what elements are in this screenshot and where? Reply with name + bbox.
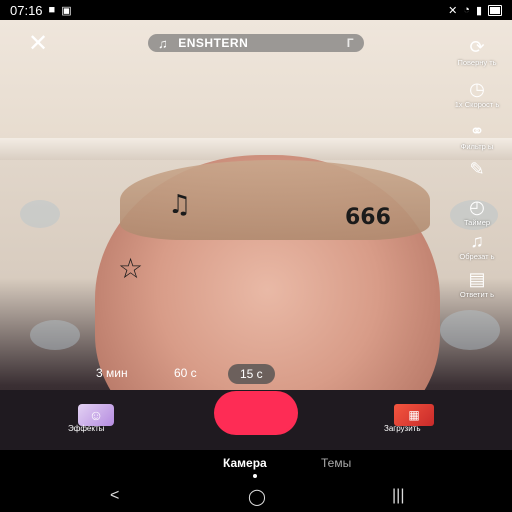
flip-camera-label: Поверну ть	[457, 58, 497, 67]
duration-60s[interactable]: 60 с	[174, 366, 197, 380]
sound-title: ENSHTERN	[178, 36, 249, 50]
number-tattoo: 666	[345, 205, 391, 230]
filters-label: Фильтр ы	[460, 142, 494, 151]
timer-label: Таймер	[463, 218, 491, 227]
recents-nav-button[interactable]: |||	[392, 487, 404, 505]
flip-camera-icon: ⟳	[469, 37, 485, 57]
music-note-tattoo: ♫	[168, 190, 192, 220]
beauty-icon: ✎	[469, 159, 485, 179]
upload-button[interactable]: ▦	[394, 404, 434, 426]
back-icon: <	[110, 487, 120, 504]
duration-3min[interactable]: 3 мин	[96, 366, 128, 380]
wallpaper-balloon	[440, 310, 500, 350]
trim-sound-icon: ♫	[470, 231, 484, 251]
trim-sound-button[interactable]: ♫ Обрезат ь	[448, 232, 506, 261]
active-tab-indicator	[253, 474, 257, 478]
wifi-icon: ◔	[463, 4, 470, 16]
reply-label: Ответит ь	[459, 290, 495, 299]
tab-themes[interactable]: Темы	[321, 456, 351, 470]
signal-icon: ▮	[475, 4, 482, 17]
record-button[interactable]	[214, 391, 298, 435]
effects-label: Эффекты	[68, 424, 105, 433]
speed-label: 1x Скорост ь	[454, 100, 500, 109]
gamepad-icon: ■	[48, 4, 56, 16]
duration-15s[interactable]: 15 с	[228, 364, 275, 384]
beauty-button[interactable]: ✎	[448, 160, 506, 180]
star-tattoo: ☆	[118, 252, 144, 285]
sound-selector[interactable]: ♫ ENSHTERN Г	[148, 34, 364, 52]
trim-sound-label: Обрезат ь	[459, 252, 495, 261]
status-time: 07:16	[10, 2, 43, 18]
reply-button[interactable]: ▤ Ответит ь	[448, 270, 506, 299]
speed-icon: ◷	[469, 79, 485, 99]
filters-button[interactable]: ⚭ Фильтр ы	[448, 122, 506, 151]
mute-icon: ✕	[448, 4, 458, 17]
status-bar: 07:16 ■ ▣ ✕ ◔ ▮	[0, 0, 512, 20]
home-nav-button[interactable]: ◯	[248, 487, 266, 507]
upload-label: Загрузить	[384, 424, 421, 433]
gallery-icon: ▣	[61, 4, 72, 17]
speed-button[interactable]: ◷ 1x Скорост ь	[448, 80, 506, 109]
flip-camera-button[interactable]: ⟳ Поверну ть	[448, 38, 506, 67]
close-button[interactable]: ✕	[28, 32, 48, 56]
music-note-icon: ♫	[158, 35, 169, 51]
effects-face-icon: ☺	[88, 407, 104, 423]
battery-icon	[488, 4, 502, 16]
upload-thumbnail-icon: ▦	[408, 408, 420, 422]
recents-icon: |||	[392, 487, 405, 504]
tab-camera[interactable]: Камера	[223, 456, 267, 470]
reply-icon: ▤	[468, 269, 486, 289]
timer-icon: ◴	[469, 197, 485, 217]
filters-icon: ⚭	[469, 121, 485, 141]
close-icon: ✕	[28, 30, 49, 57]
camera-preview: ♫ 666 ☆	[0, 20, 512, 450]
back-nav-button[interactable]: <	[110, 487, 119, 505]
effects-button[interactable]: ☺	[78, 404, 114, 426]
home-icon: ◯	[248, 489, 266, 506]
wallpaper-balloon	[30, 320, 80, 350]
timer-button[interactable]: ◴ Таймер	[448, 198, 506, 227]
sound-title-tail: Г	[346, 36, 354, 50]
wallpaper-balloon	[20, 200, 60, 228]
